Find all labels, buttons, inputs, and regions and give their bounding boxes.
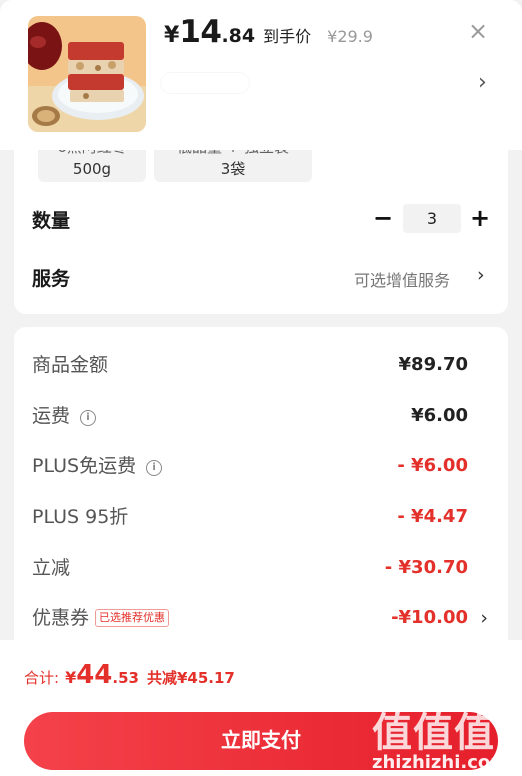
selected-spec-placeholder	[160, 72, 250, 94]
service-label: 服务	[32, 268, 71, 290]
detail-label: 立减	[32, 557, 71, 579]
close-icon[interactable]: ×	[464, 17, 492, 45]
detail-label: 优惠券	[32, 607, 90, 629]
price-tag: 到手价	[263, 27, 312, 46]
detail-row-item-amount: 商品金额 ¥89.70	[14, 350, 508, 380]
quantity-label: 数量	[32, 210, 71, 232]
detail-row-coupon[interactable]: 优惠券 已选推荐优惠 -¥10.00 ›	[14, 603, 508, 633]
detail-value: - ¥4.47	[397, 506, 468, 527]
detail-row-plus-free-shipping: PLUS免运费 i - ¥6.00	[14, 451, 508, 481]
spec-option-line2: 500g	[72, 160, 112, 178]
detail-value: - ¥30.70	[384, 557, 468, 578]
price-integer: 14	[179, 14, 222, 50]
detail-label: PLUS 95折	[32, 506, 129, 528]
product-header: ¥14.84 到手价 ¥29.9 × ›	[0, 0, 522, 150]
final-price: ¥14.84 到手价 ¥29.9	[164, 14, 373, 50]
total-saved: 共减¥45.17	[146, 669, 235, 687]
total-symbol: ¥	[65, 668, 77, 687]
detail-label: PLUS免运费	[32, 455, 137, 477]
detail-label: 商品金额	[32, 354, 109, 376]
detail-row-shipping: 运费 i ¥6.00	[14, 401, 508, 431]
price-symbol: ¥	[164, 23, 180, 48]
detail-row-plus-discount: PLUS 95折 - ¥4.47	[14, 502, 508, 532]
spec-option-line2: 3袋	[220, 160, 246, 178]
quantity-minus-button[interactable]: −	[372, 204, 394, 232]
coupon-tag: 已选推荐优惠	[95, 609, 170, 627]
chevron-right-icon[interactable]: ›	[478, 70, 487, 96]
total-integer: 44	[76, 660, 113, 690]
checkout-footer: 合计: ¥44.53 共减¥45.17 立即支付	[0, 640, 522, 776]
detail-value: ¥89.70	[398, 354, 468, 375]
original-price: ¥29.9	[327, 27, 373, 46]
detail-value: ¥6.00	[411, 405, 468, 426]
pay-now-button[interactable]: 立即支付	[24, 712, 498, 770]
detail-value: -¥10.00	[391, 607, 468, 628]
total-amount: 合计: ¥44.53 共减¥45.17	[24, 660, 235, 690]
price-detail-card: 商品金额 ¥89.70 运费 i ¥6.00 PLUS免运费 i - ¥6.00 P…	[14, 327, 508, 657]
service-link[interactable]: 可选增值服务	[354, 267, 450, 291]
product-thumbnail[interactable]	[28, 16, 146, 132]
chevron-right-icon[interactable]: ›	[477, 264, 485, 286]
quantity-input[interactable]: 3	[403, 204, 461, 233]
price-decimal: .84	[221, 25, 256, 47]
chevron-right-icon[interactable]: ›	[480, 603, 488, 633]
info-icon[interactable]: i	[146, 460, 163, 476]
quantity-plus-button[interactable]: +	[469, 204, 491, 232]
info-icon[interactable]: i	[80, 410, 97, 426]
detail-value: - ¥6.00	[397, 455, 468, 476]
detail-row-instant-discount: 立减 - ¥30.70	[14, 553, 508, 583]
product-image	[28, 16, 146, 132]
total-label: 合计:	[24, 669, 60, 687]
detail-label: 运费	[32, 405, 71, 427]
total-decimal: .53	[112, 669, 139, 687]
